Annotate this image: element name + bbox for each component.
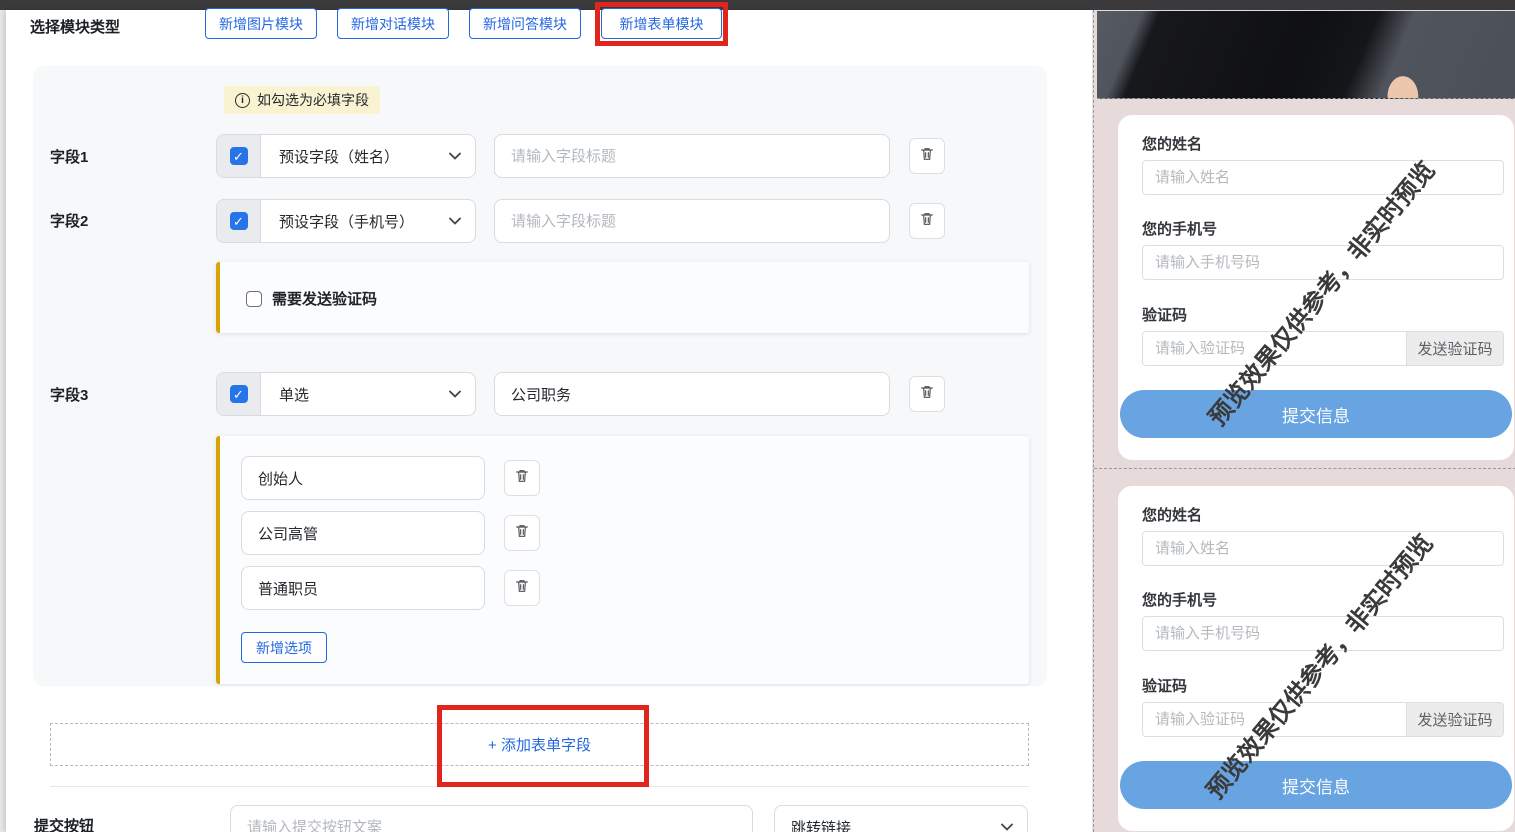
field2-title-input[interactable] [494,199,890,243]
add-qa-module-button[interactable]: 新增问答模块 [469,8,581,39]
preview-image [1097,11,1515,99]
required-hint-badge: i 如勾选为必填字段 [224,86,380,114]
add-image-module-button[interactable]: 新增图片模块 [205,8,317,39]
preview-phone-label: 您的手机号 [1142,592,1218,609]
section-divider [50,786,1029,787]
field2-delete-button[interactable] [909,203,945,239]
chevron-down-icon [1001,823,1013,831]
field3-label: 字段3 [50,387,89,404]
trash-icon [514,578,530,599]
preview-name-input[interactable] [1142,531,1504,566]
preview-phone-input[interactable] [1142,616,1504,651]
trash-icon [514,468,530,489]
field2-required-checkbox[interactable] [229,212,248,230]
field1-required-checkbox[interactable] [229,147,248,165]
chevron-down-icon [449,217,461,225]
field2-type-select[interactable]: 预设字段（手机号） [261,200,475,242]
preview-name-label: 您的姓名 [1142,136,1203,153]
option2-input[interactable] [241,511,485,555]
add-form-field-button[interactable]: + 添加表单字段 [50,723,1029,766]
field3-required-checkbox[interactable] [229,385,248,403]
preview-code-label: 验证码 [1142,678,1188,695]
field3-title-input[interactable] [494,372,890,416]
trash-icon [919,146,935,167]
field1-type-combo: 预设字段（姓名） [216,134,476,178]
required-hint-text: 如勾选为必填字段 [257,92,369,108]
add-option-button[interactable]: 新增选项 [241,632,327,663]
screen: 选择模块类型 新增图片模块 新增对话模块 新增问答模块 新增表单模块 i 如勾选… [0,0,1515,832]
preview-send-code-button[interactable]: 发送验证码 [1406,703,1503,736]
preview-submit-button[interactable]: 提交信息 [1120,761,1512,809]
preview-code-group: 发送验证码 [1142,331,1504,366]
module-type-label: 选择模块类型 [30,19,121,36]
preview-form-card-1: 您的姓名 您的手机号 验证码 发送验证码 提交信息 [1118,115,1514,460]
field1-type-select[interactable]: 预设字段（姓名） [261,135,475,177]
option3-input[interactable] [241,566,485,610]
sms-sub-panel: 需要发送验证码 [216,262,1029,333]
submit-text-input[interactable] [230,805,753,832]
chevron-down-icon [449,390,461,398]
field2-type-combo: 预设字段（手机号） [216,199,476,243]
option3-delete-button[interactable] [504,570,540,606]
field2-label: 字段2 [50,213,89,230]
preview-phone-label: 您的手机号 [1142,221,1218,238]
send-sms-checkbox[interactable] [246,290,262,307]
trash-icon [514,523,530,544]
preview-send-code-button[interactable]: 发送验证码 [1406,332,1503,365]
field3-type-combo: 单选 [216,372,476,416]
field1-title-input[interactable] [494,134,890,178]
field1-label: 字段1 [50,149,89,166]
module-separator [1094,468,1515,469]
preview-code-input[interactable] [1143,332,1406,365]
field1-delete-button[interactable] [909,138,945,174]
preview-name-input[interactable] [1142,160,1504,195]
add-form-module-button[interactable]: 新增表单模块 [601,8,722,39]
option2-delete-button[interactable] [504,515,540,551]
preview-code-group: 发送验证码 [1142,702,1504,737]
preview-form-card-2: 您的姓名 您的手机号 验证码 发送验证码 提交信息 [1118,486,1514,831]
preview-code-input[interactable] [1143,703,1406,736]
field3-delete-button[interactable] [909,376,945,412]
form-builder-panel: 选择模块类型 新增图片模块 新增对话模块 新增问答模块 新增表单模块 i 如勾选… [6,2,1092,832]
jump-link-select[interactable]: 跳转链接 [774,805,1028,832]
send-sms-label: 需要发送验证码 [272,291,378,308]
add-dialog-module-button[interactable]: 新增对话模块 [337,8,449,39]
preview-submit-button[interactable]: 提交信息 [1120,390,1512,438]
info-icon: i [235,92,250,108]
option1-input[interactable] [241,456,485,500]
chevron-down-icon [449,152,461,160]
trash-icon [919,384,935,405]
preview-code-label: 验证码 [1142,307,1188,324]
submit-button-label: 提交按钮 [34,818,95,832]
trash-icon [919,211,935,232]
preview-panel: 您的姓名 您的手机号 验证码 发送验证码 提交信息 预览效果仅供参考，非实时预览… [1093,10,1515,832]
option1-delete-button[interactable] [504,460,540,496]
preview-phone-input[interactable] [1142,245,1504,280]
field3-type-select[interactable]: 单选 [261,373,475,415]
preview-name-label: 您的姓名 [1142,507,1203,524]
